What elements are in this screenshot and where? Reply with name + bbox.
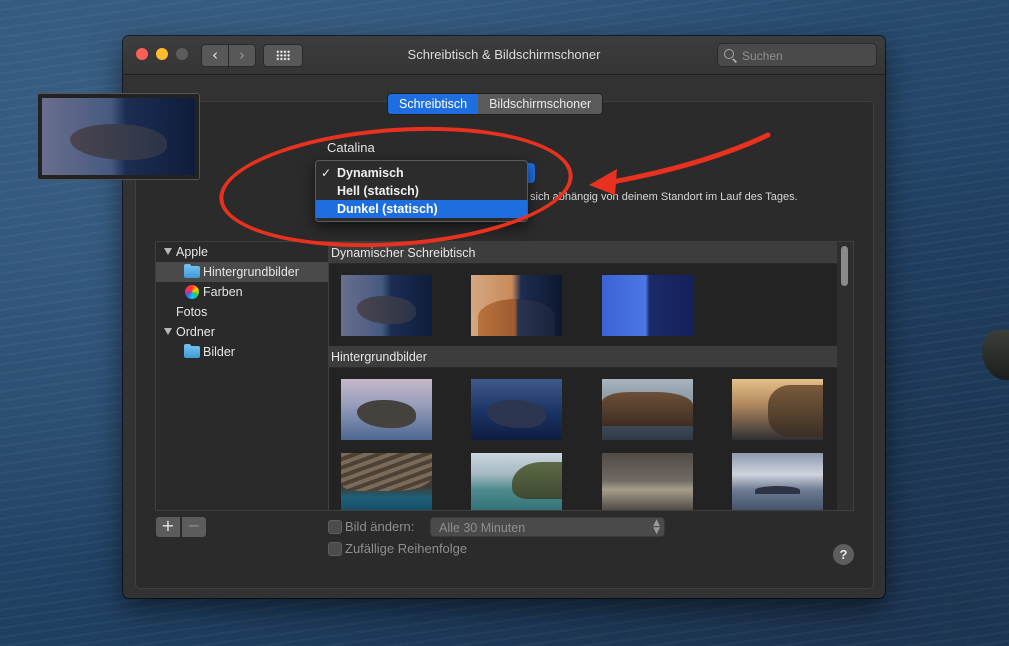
- sidebar-item-fotos[interactable]: Fotos: [156, 302, 329, 322]
- wallpaper-thumbnail[interactable]: [602, 275, 693, 336]
- search-field[interactable]: [717, 43, 877, 67]
- titlebar: ‹ › Schreibtisch & Bildschirmschoner: [123, 36, 885, 75]
- tab-bar: Schreibtisch Bildschirmschoner: [387, 93, 604, 115]
- gallery-scrollbar[interactable]: [837, 241, 854, 511]
- wallpaper-thumbnail[interactable]: [471, 275, 562, 336]
- add-folder-button[interactable]: +: [155, 516, 181, 538]
- wallpaper-thumbnail[interactable]: [602, 453, 693, 510]
- tab-bildschirmschoner[interactable]: Bildschirmschoner: [478, 94, 603, 114]
- wallpaper-thumbnail[interactable]: [602, 379, 693, 440]
- folder-icon: [184, 344, 200, 358]
- disclosure-triangle-icon[interactable]: [164, 248, 172, 255]
- change-picture-label: Bild ändern:: [345, 519, 415, 534]
- sidebar-item-farben[interactable]: Farben: [156, 282, 329, 302]
- add-remove-control: + −: [155, 516, 207, 538]
- sidebar-item-bilder[interactable]: Bilder: [156, 342, 329, 362]
- sidebar-item-hintergrundbilder[interactable]: Hintergrundbilder: [156, 262, 329, 282]
- random-order-label: Zufällige Reihenfolge: [345, 541, 468, 556]
- remove-folder-button[interactable]: −: [181, 516, 207, 538]
- sidebar-group-ordner[interactable]: Ordner: [156, 322, 329, 342]
- search-input[interactable]: [740, 46, 874, 66]
- interval-select[interactable]: Alle 30 Minuten ▲ ▼: [430, 517, 665, 537]
- annotation-arrow: [589, 132, 771, 195]
- source-list: Apple Hintergrundbilder Farben Fotos Ord…: [155, 241, 329, 511]
- change-picture-checkbox[interactable]: [328, 520, 342, 534]
- wallpaper-preview-image: [42, 98, 195, 175]
- stepper-chevrons-icon: ▲ ▼: [653, 518, 660, 536]
- wallpaper-gallery: Dynamischer Schreibtisch Hintergrundbild…: [328, 241, 839, 511]
- section-header-wallpapers: Hintergrundbilder: [329, 346, 838, 368]
- wallpaper-thumbnail[interactable]: [341, 275, 432, 336]
- wallpaper-thumbnail[interactable]: [341, 379, 432, 440]
- color-wheel-icon: [185, 285, 199, 299]
- wallpaper-thumbnail[interactable]: [732, 453, 823, 510]
- search-icon: [724, 49, 734, 59]
- interval-value: Alle 30 Minuten: [439, 521, 526, 535]
- folder-icon: [184, 264, 200, 278]
- help-button[interactable]: ?: [832, 543, 855, 566]
- wallpaper-thumbnail[interactable]: [732, 379, 823, 440]
- wallpaper-thumbnail[interactable]: [471, 379, 562, 440]
- tab-schreibtisch[interactable]: Schreibtisch: [388, 94, 479, 114]
- scrollbar-thumb[interactable]: [841, 246, 848, 286]
- wallpaper-thumbnail[interactable]: [341, 453, 432, 510]
- current-wallpaper-preview: [37, 93, 200, 180]
- disclosure-triangle-icon[interactable]: [164, 328, 172, 335]
- random-order-checkbox[interactable]: [328, 542, 342, 556]
- sidebar-group-apple[interactable]: Apple: [156, 242, 329, 262]
- wallpaper-thumbnail[interactable]: [471, 453, 562, 510]
